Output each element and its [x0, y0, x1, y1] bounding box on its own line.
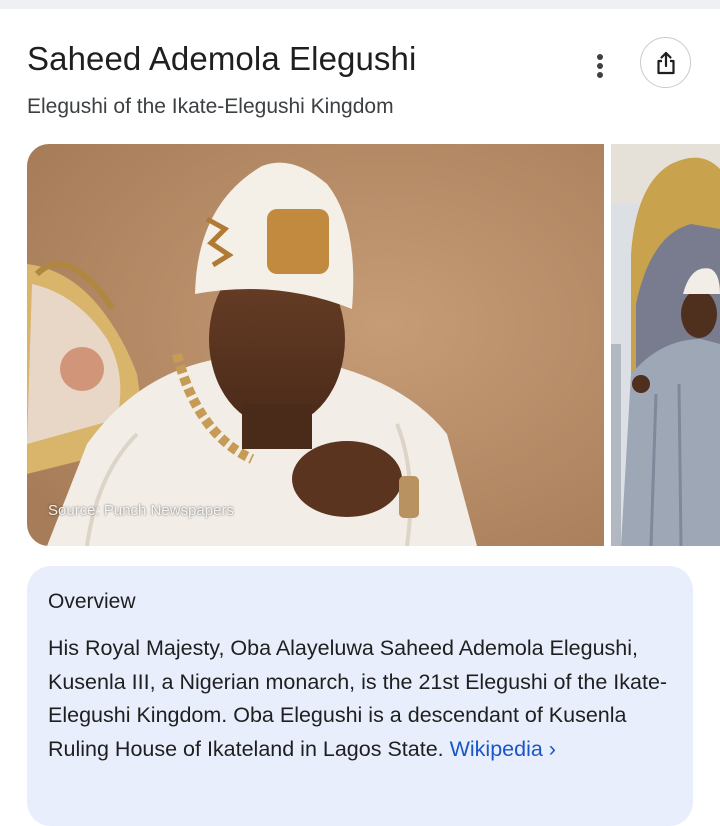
- more-vert-icon: [597, 54, 603, 78]
- image-source-caption: Source: Punch Newspapers: [48, 502, 234, 519]
- overview-heading: Overview: [48, 590, 136, 613]
- top-divider: [0, 0, 720, 9]
- entity-subtitle: Elegushi of the Ikate-Elegushi Kingdom: [27, 95, 394, 118]
- image-carousel[interactable]: Source: Punch Newspapers: [27, 144, 720, 546]
- wikipedia-link[interactable]: Wikipedia ›: [450, 737, 556, 761]
- wikipedia-link-label[interactable]: Wikipedia: [450, 737, 543, 761]
- overview-card: Overview His Royal Majesty, Oba Alayeluw…: [27, 566, 693, 826]
- overview-text: His Royal Majesty, Oba Alayeluwa Saheed …: [48, 636, 668, 761]
- share-icon: [656, 51, 675, 74]
- more-options-button[interactable]: [584, 46, 616, 86]
- chevron-right-icon[interactable]: ›: [549, 737, 556, 761]
- secondary-throne-image[interactable]: [611, 144, 720, 546]
- main-portrait-image[interactable]: Source: Punch Newspapers: [27, 144, 604, 546]
- overview-description: His Royal Majesty, Oba Alayeluwa Saheed …: [48, 632, 678, 766]
- share-button[interactable]: [640, 37, 691, 88]
- entity-title: Saheed Ademola Elegushi: [27, 40, 417, 77]
